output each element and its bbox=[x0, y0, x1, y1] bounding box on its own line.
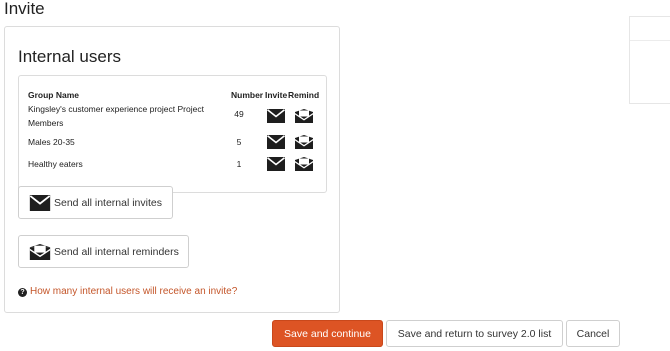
open-envelope-icon[interactable] bbox=[295, 109, 313, 123]
page-title: Invite bbox=[4, 0, 45, 18]
groups-table: Group Name Number Invite Remind Kingsley… bbox=[18, 75, 327, 193]
help-line: ? How many internal users will receive an… bbox=[18, 286, 237, 297]
column-header-number: Number bbox=[231, 90, 264, 100]
help-link[interactable]: How many internal users will receive an … bbox=[30, 286, 237, 297]
save-and-continue-button[interactable]: Save and continue bbox=[272, 320, 383, 347]
number-cell: 5 bbox=[236, 137, 242, 147]
envelope-icon bbox=[29, 195, 51, 211]
side-panel bbox=[629, 16, 670, 104]
group-name-cell: Kingsley's customer experience project P… bbox=[28, 104, 204, 128]
group-name-cell: Healthy eaters bbox=[28, 159, 83, 169]
table-row: Kingsley's customer experience project P… bbox=[19, 102, 326, 130]
table-row: Males 20-35 5 bbox=[19, 135, 326, 151]
send-all-invites-label: Send all internal invites bbox=[54, 197, 162, 209]
open-envelope-icon[interactable] bbox=[295, 157, 313, 171]
envelope-icon[interactable] bbox=[267, 157, 285, 171]
cancel-button[interactable]: Cancel bbox=[566, 320, 620, 347]
column-header-group-name: Group Name bbox=[28, 90, 80, 100]
side-panel-divider bbox=[630, 40, 670, 41]
column-header-remind: Remind bbox=[288, 90, 320, 100]
send-all-reminders-button[interactable]: Send all internal reminders bbox=[18, 235, 189, 268]
question-circle-icon: ? bbox=[18, 288, 27, 297]
envelope-icon[interactable] bbox=[267, 135, 285, 149]
open-envelope-icon bbox=[29, 244, 51, 260]
internal-users-title: Internal users bbox=[18, 47, 121, 66]
group-name-cell: Males 20-35 bbox=[28, 137, 75, 147]
send-all-invites-button[interactable]: Send all internal invites bbox=[18, 186, 173, 219]
internal-users-card: Internal users Group Name Number Invite … bbox=[4, 26, 340, 313]
column-header-invite: Invite bbox=[265, 90, 288, 100]
send-all-reminders-label: Send all internal reminders bbox=[54, 246, 179, 258]
open-envelope-icon[interactable] bbox=[295, 135, 313, 149]
envelope-icon[interactable] bbox=[267, 109, 285, 123]
save-and-return-button[interactable]: Save and return to survey 2.0 list bbox=[386, 320, 563, 347]
number-cell: 49 bbox=[234, 109, 244, 119]
table-row: Healthy eaters 1 bbox=[19, 156, 326, 172]
number-cell: 1 bbox=[236, 159, 242, 169]
